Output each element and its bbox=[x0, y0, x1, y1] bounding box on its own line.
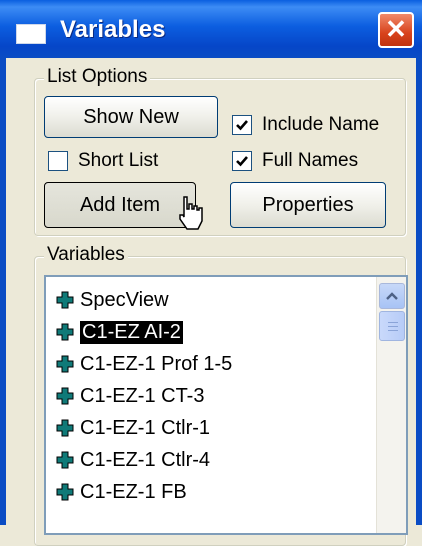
window-frame-right bbox=[416, 58, 422, 525]
short-list-checkbox[interactable]: Short List bbox=[48, 150, 158, 172]
include-name-label: Include Name bbox=[262, 114, 380, 135]
close-icon: ✕ bbox=[385, 14, 407, 44]
list-item-label: C1-EZ AI-2 bbox=[80, 320, 183, 344]
list-item[interactable]: SpecView bbox=[56, 285, 169, 315]
show-new-button[interactable]: Show New bbox=[44, 96, 218, 138]
full-names-label: Full Names bbox=[262, 150, 359, 171]
list-item-label: SpecView bbox=[80, 288, 169, 311]
plus-icon bbox=[56, 483, 74, 501]
thumb-grip bbox=[388, 330, 398, 331]
close-button[interactable]: ✕ bbox=[378, 12, 414, 48]
list-item[interactable]: C1-EZ-1 Ctlr-4 bbox=[56, 445, 210, 475]
plus-icon bbox=[56, 451, 74, 469]
chevron-up-icon bbox=[386, 292, 398, 300]
variables-legend: Variables bbox=[44, 244, 128, 266]
properties-button[interactable]: Properties bbox=[230, 182, 386, 228]
checkmark-icon bbox=[236, 120, 248, 131]
list-item-label: C1-EZ-1 Ctlr-4 bbox=[80, 448, 211, 471]
short-list-label: Short List bbox=[78, 150, 159, 171]
mouse-pointer-icon bbox=[179, 196, 203, 230]
window-frame-left bbox=[0, 58, 6, 525]
plus-icon bbox=[56, 323, 74, 341]
add-item-button[interactable]: Add Item bbox=[44, 182, 196, 228]
list-item-label: C1-EZ-1 Prof 1-5 bbox=[80, 352, 233, 375]
title-bar[interactable]: Variables ✕ bbox=[0, 0, 422, 58]
list-item-label: C1-EZ-1 FB bbox=[80, 480, 187, 503]
plus-icon bbox=[56, 291, 74, 309]
variables-listbox[interactable]: SpecView C1-EZ AI-2 C1-EZ-1 Prof 1-5 C1-… bbox=[44, 275, 408, 535]
list-item[interactable]: C1-EZ-1 FB bbox=[56, 477, 187, 507]
window-title: Variables bbox=[60, 16, 166, 43]
plus-icon bbox=[56, 355, 74, 373]
full-names-box[interactable] bbox=[232, 151, 252, 171]
thumb-grip bbox=[388, 326, 398, 327]
thumb-grip bbox=[388, 322, 398, 323]
include-name-box[interactable] bbox=[232, 115, 252, 135]
window-icon bbox=[16, 24, 46, 44]
plus-icon bbox=[56, 387, 74, 405]
scroll-up-button[interactable] bbox=[379, 283, 405, 309]
list-options-legend: List Options bbox=[44, 66, 151, 88]
short-list-box[interactable] bbox=[48, 151, 68, 171]
list-item[interactable]: C1-EZ-1 Ctlr-1 bbox=[56, 413, 210, 443]
list-item-label: C1-EZ-1 CT-3 bbox=[80, 384, 205, 407]
vertical-scrollbar[interactable] bbox=[376, 277, 406, 533]
plus-icon bbox=[56, 419, 74, 437]
scroll-thumb[interactable] bbox=[379, 311, 405, 341]
include-name-checkbox[interactable]: Include Name bbox=[232, 114, 379, 136]
list-item[interactable]: C1-EZ-1 Prof 1-5 bbox=[56, 349, 232, 379]
list-item-label: C1-EZ-1 Ctlr-1 bbox=[80, 416, 211, 439]
full-names-checkbox[interactable]: Full Names bbox=[232, 150, 358, 172]
list-item[interactable]: C1-EZ-1 CT-3 bbox=[56, 381, 204, 411]
list-item[interactable]: C1-EZ AI-2 bbox=[56, 317, 183, 347]
checkmark-icon bbox=[236, 156, 248, 167]
